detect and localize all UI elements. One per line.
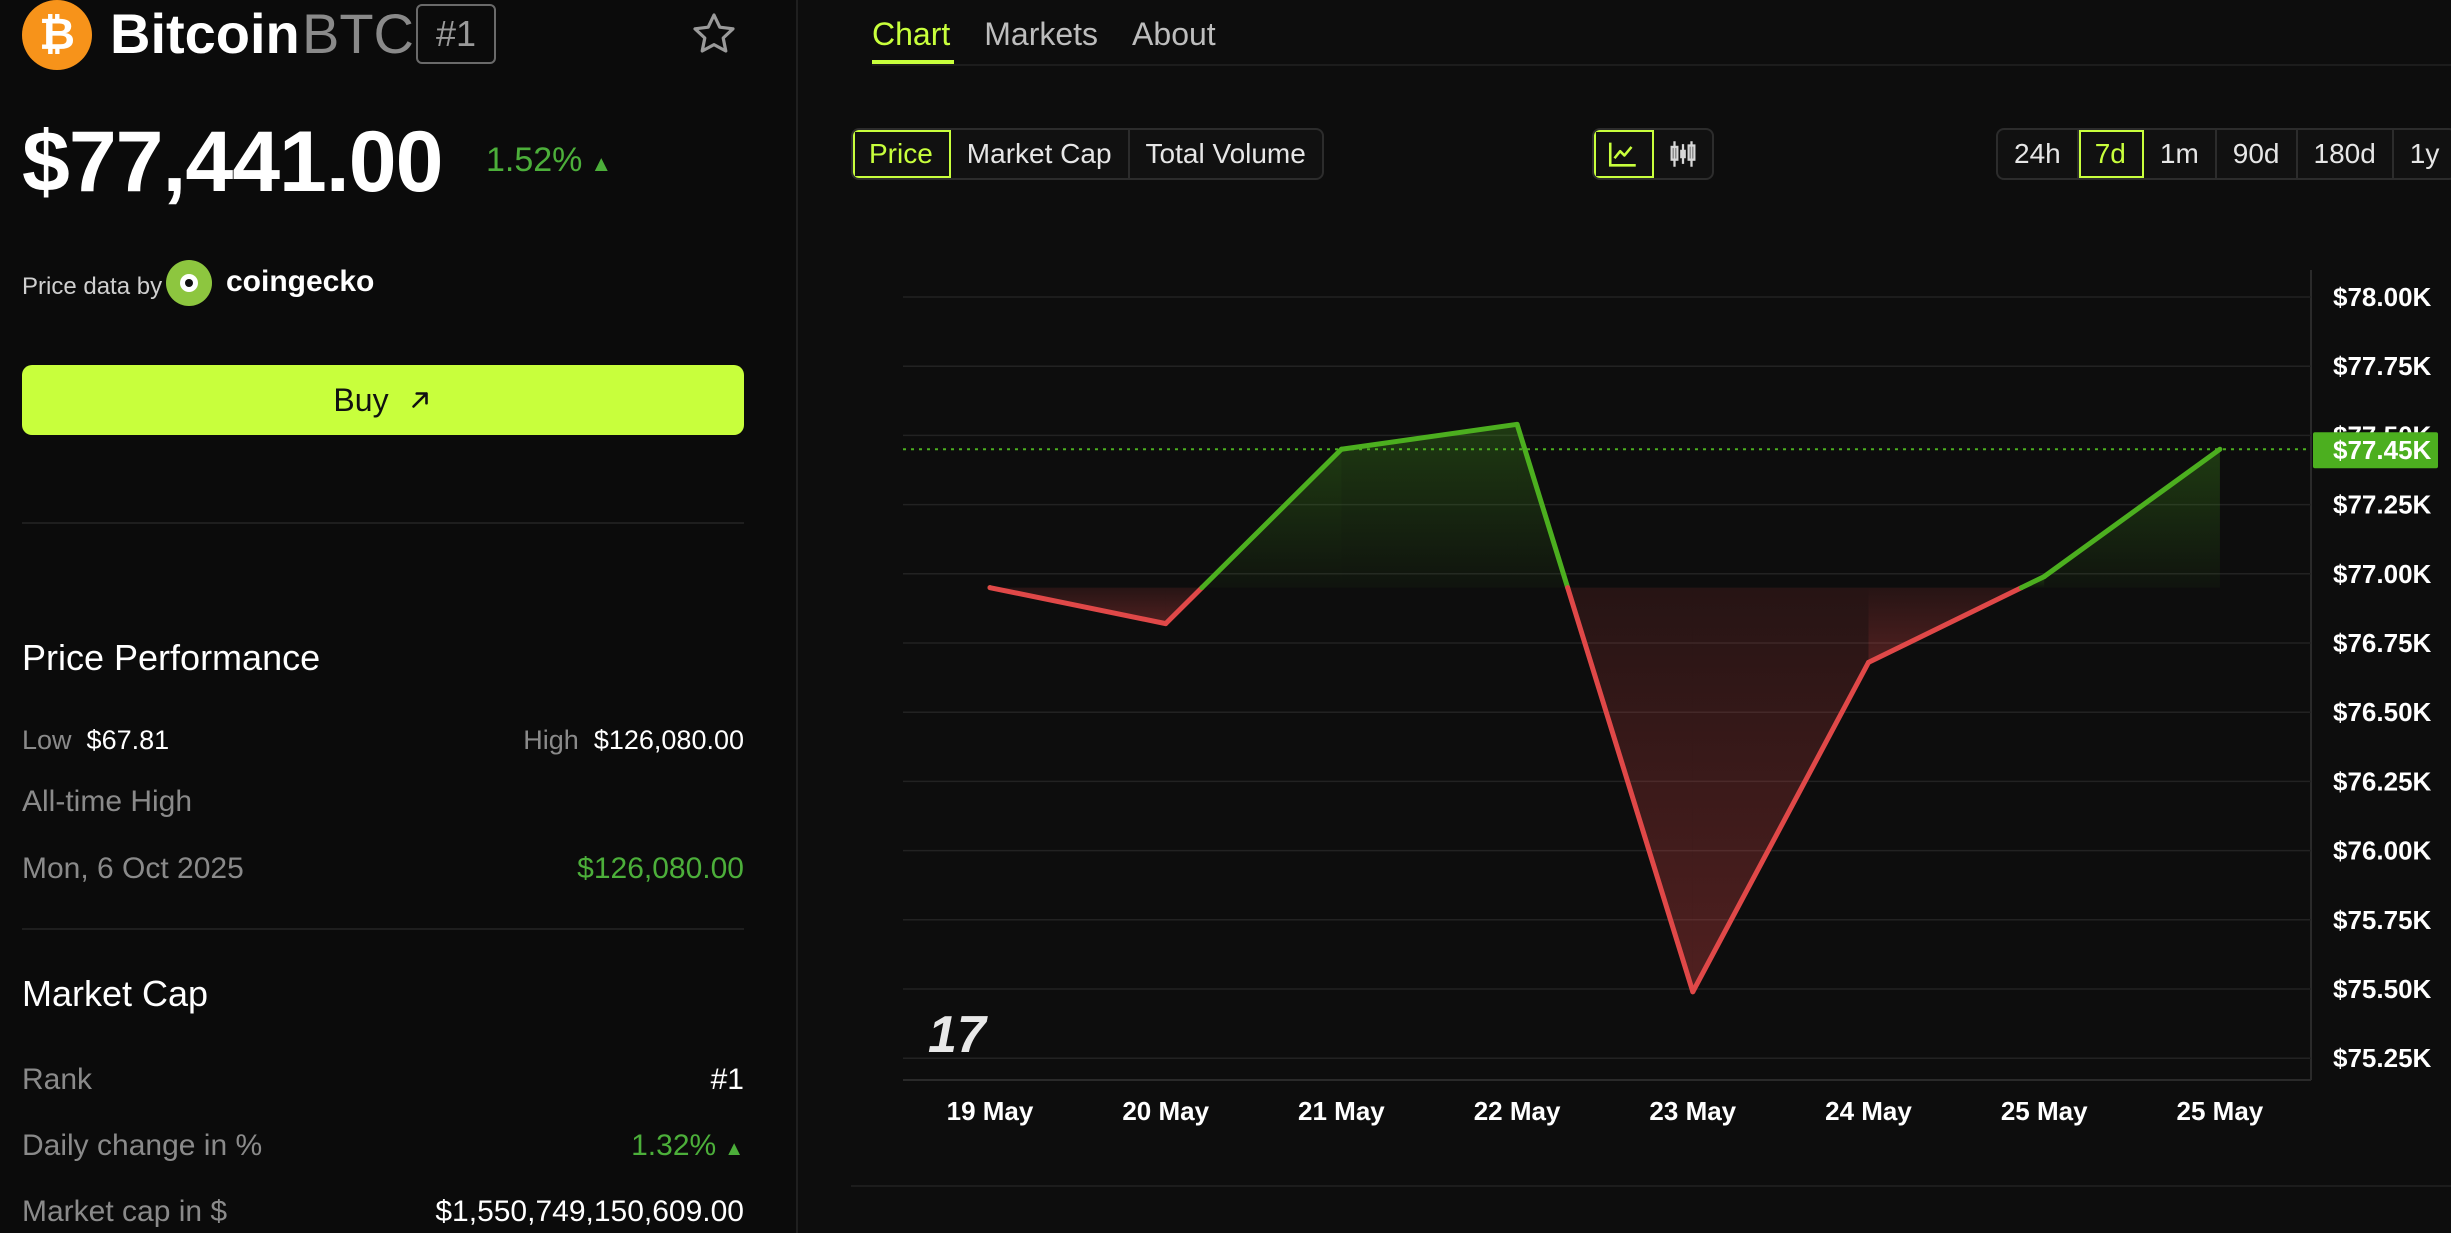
y-tick-label: $78.00K	[2333, 282, 2432, 312]
y-tick-label: $77.25K	[2333, 490, 2432, 520]
y-tick-label: $77.00K	[2333, 559, 2432, 589]
y-tick-label: $75.50K	[2333, 974, 2432, 1004]
y-tick-label: $76.00K	[2333, 836, 2432, 866]
tradingview-watermark-icon: 17	[928, 1006, 988, 1064]
y-tick-label: $75.75K	[2333, 905, 2432, 935]
x-tick-label: 25 May	[2001, 1096, 2088, 1126]
y-tick-label: $75.25K	[2333, 1043, 2432, 1073]
x-tick-label: 22 May	[1474, 1096, 1561, 1126]
x-tick-label: 24 May	[1825, 1096, 1912, 1126]
y-tick-label: $76.50K	[2333, 697, 2432, 727]
x-tick-label: 21 May	[1298, 1096, 1385, 1126]
current-price-label: $77.45K	[2333, 435, 2432, 465]
x-tick-label: 23 May	[1649, 1096, 1736, 1126]
x-tick-label: 19 May	[947, 1096, 1034, 1126]
price-chart[interactable]: $78.00K$77.75K$77.50K$77.25K$77.00K$76.7…	[0, 0, 2451, 1233]
loss-area	[1692, 587, 1869, 992]
x-tick-label: 20 May	[1122, 1096, 1209, 1126]
y-tick-label: $76.25K	[2333, 766, 2432, 796]
x-tick-label: 25 May	[2177, 1096, 2264, 1126]
y-tick-label: $77.75K	[2333, 351, 2432, 381]
y-tick-label: $76.75K	[2333, 628, 2432, 658]
